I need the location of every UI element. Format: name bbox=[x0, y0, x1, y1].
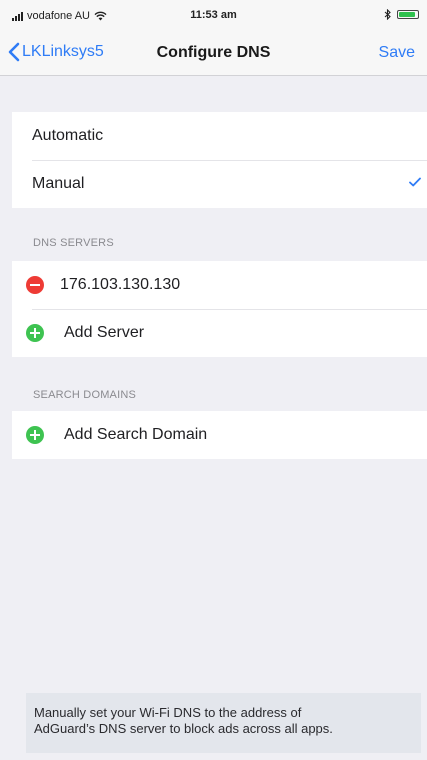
battery-level bbox=[399, 12, 416, 17]
add-server-row[interactable]: Add Server bbox=[12, 309, 427, 357]
dns-server-row: 176.103.130.130 bbox=[12, 261, 427, 309]
add-circle-icon bbox=[26, 324, 44, 342]
dns-server-address[interactable]: 176.103.130.130 bbox=[60, 276, 180, 294]
caption-line: Manually set your Wi-Fi DNS to the addre… bbox=[34, 705, 302, 720]
checkmark-icon bbox=[409, 177, 421, 187]
search-domains-header: SEARCH DOMAINS bbox=[33, 389, 137, 401]
search-domains-group: Add Search Domain bbox=[12, 411, 427, 459]
add-server-label: Add Server bbox=[64, 324, 145, 341]
mode-option-automatic[interactable]: Automatic bbox=[12, 112, 427, 160]
navigation-bar: LKLinksys5 Configure DNS Save bbox=[0, 30, 427, 76]
add-circle-icon bbox=[26, 426, 44, 444]
dns-servers-group: 176.103.130.130 Add Server bbox=[12, 261, 427, 357]
dns-mode-group: Automatic Manual bbox=[12, 112, 427, 208]
status-right bbox=[384, 9, 419, 20]
dns-servers-header: DNS SERVERS bbox=[33, 237, 114, 249]
status-time: 11:53 am bbox=[190, 9, 237, 21]
bluetooth-icon bbox=[384, 9, 391, 20]
remove-circle-icon[interactable] bbox=[26, 276, 44, 294]
add-search-domain-row[interactable]: Add Search Domain bbox=[12, 411, 427, 459]
configure-dns-screen: vodafone AU 11:53 am LKLinksys5 Configur… bbox=[0, 0, 427, 760]
caption-line: AdGuard’s DNS server to block ads across… bbox=[34, 721, 333, 736]
mode-option-manual[interactable]: Manual bbox=[12, 160, 427, 208]
status-bar: vodafone AU 11:53 am bbox=[0, 0, 427, 30]
save-button[interactable]: Save bbox=[379, 44, 415, 62]
mode-option-label: Manual bbox=[32, 175, 85, 192]
battery-icon bbox=[397, 10, 419, 19]
page-title: Configure DNS bbox=[156, 44, 271, 61]
mode-option-label: Automatic bbox=[32, 127, 104, 144]
caption-box: Manually set your Wi-Fi DNS to the addre… bbox=[26, 693, 421, 753]
add-search-domain-label: Add Search Domain bbox=[64, 426, 208, 443]
